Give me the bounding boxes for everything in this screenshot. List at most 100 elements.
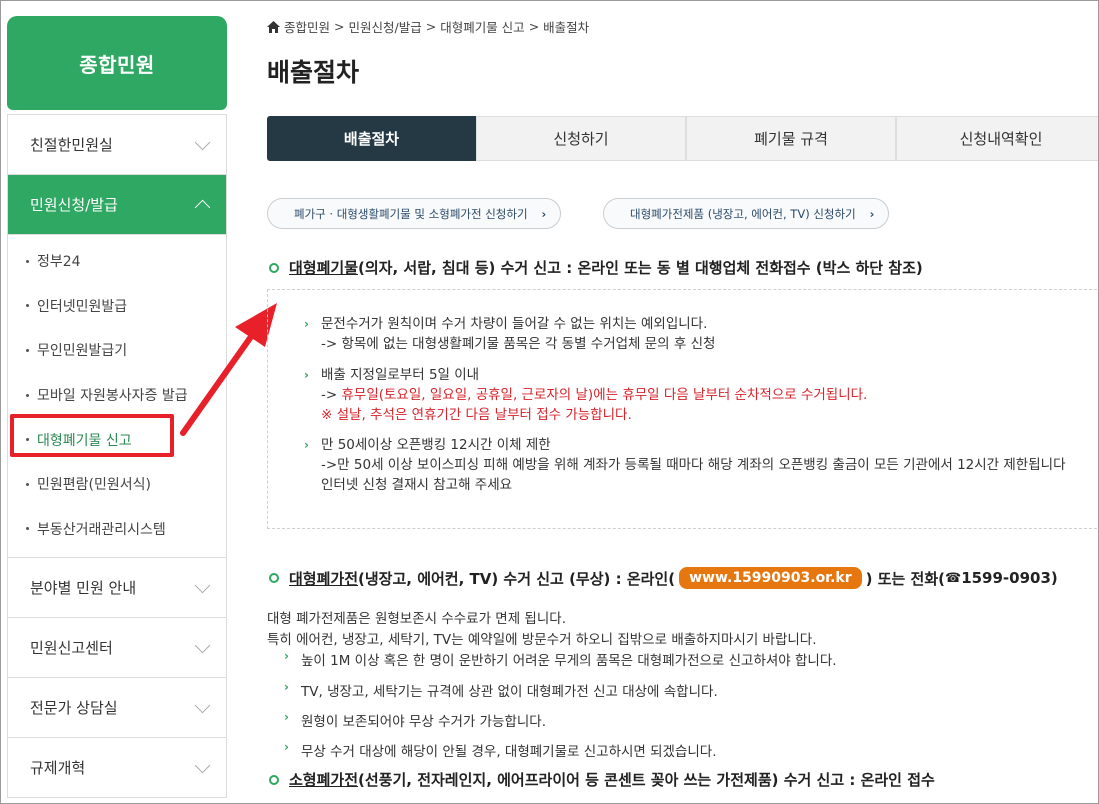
submenu-label: 모바일 자원봉사자증 발급 bbox=[37, 388, 188, 405]
page-title: 배출절차 bbox=[267, 58, 360, 87]
info-paragraph: 대형 폐가전제품은 원형보존시 수수료가 면제 됩니다. bbox=[267, 611, 566, 627]
phone-number: 1599-0903 bbox=[961, 569, 1051, 587]
breadcrumb-item[interactable]: 민원신청/발급 bbox=[349, 17, 422, 36]
list-item-text: TV, 냉장고, 세탁기는 규격에 상관 없이 대형폐가전 신고 대상에 속합니… bbox=[301, 684, 718, 700]
list-item-text: 무상 수거 대상에 해당이 안될 경우, 대형폐기물로 신고하시면 되겠습니다. bbox=[301, 744, 717, 760]
submenu-label: 민원편람(민원서식) bbox=[37, 477, 151, 494]
notice-prefix: -> bbox=[321, 387, 342, 403]
pill-label: 폐가구 · 대형생활폐기물 및 소형폐가전 신청하기 bbox=[294, 206, 528, 221]
list-item-text: 원형이 보존되어야 무상 수거가 가능합니다. bbox=[301, 714, 547, 730]
notice-line: 문전수거가 원칙이며 수거 차량이 들어갈 수 없는 위치는 예외입니다. bbox=[321, 316, 708, 332]
heading-text: (의자, 서랍, 침대 등) 수거 신고 : 온라인 또는 동 별 대행업체 전… bbox=[358, 259, 923, 277]
chevron-right-icon: › bbox=[304, 368, 309, 382]
notice-item: › 만 50세이상 오픈뱅킹 12시간 이체 제한 ->만 50세 이상 보이스… bbox=[304, 435, 1066, 495]
heading-text: ) 또는 전화( bbox=[865, 569, 945, 588]
list-item: › 원형이 보존되어야 무상 수거가 가능합니다. bbox=[284, 710, 547, 730]
tab-bar: 배출절차 신청하기 폐기물 규격 신청내역확인 bbox=[267, 116, 1098, 161]
info-paragraph: 특히 에어컨, 냉장고, 세탁기, TV는 예약일에 방문수거 하오니 집밖으로… bbox=[267, 632, 817, 648]
notice-line: 만 50세이상 오픈뱅킹 12시간 이체 제한 bbox=[321, 437, 551, 453]
submenu-label: 정부24 bbox=[37, 254, 81, 271]
bullet-dot bbox=[26, 527, 29, 531]
sidebar-item-label: 규제개혁 bbox=[30, 759, 86, 778]
submenu-label: 부동산거래관리시스템 bbox=[37, 521, 166, 538]
ring-bullet-icon bbox=[269, 573, 279, 583]
chevron-down-icon bbox=[194, 697, 211, 713]
bullet-dot bbox=[26, 393, 29, 397]
list-item: › 높이 1M 이상 혹은 한 명이 운반하기 어려운 무게의 품목은 대형폐가전… bbox=[284, 649, 837, 669]
notice-item: › 문전수거가 원칙이며 수거 차량이 들어갈 수 없는 위치는 예외입니다. … bbox=[304, 314, 716, 354]
heading-text: (선풍기, 전자레인지, 에어프라이어 등 콘센트 꽂아 쓰는 가전제품) 수거… bbox=[358, 771, 935, 789]
bullet-dot bbox=[26, 482, 29, 486]
chevron-right-icon: › bbox=[284, 740, 289, 754]
bullet-dot bbox=[26, 348, 29, 352]
heading-keyword: 대형폐기물 bbox=[289, 259, 359, 277]
sidebar-item-field-guide[interactable]: 분야별 민원 안내 bbox=[8, 558, 226, 619]
chevron-right-icon: › bbox=[541, 206, 547, 221]
notice-line: -> 휴무일(토요일, 일요일, 공휴일, 근로자의 날)에는 휴무일 다음 날… bbox=[321, 385, 867, 405]
notice-warning: ※ 설날, 추석은 연휴기간 다음 날부터 접수 가능합니다. bbox=[321, 407, 632, 423]
breadcrumb-item[interactable]: 배출절차 bbox=[543, 17, 589, 36]
breadcrumb: 종합민원 > 민원신청/발급 > 대형폐기물 신고 > 배출절차 bbox=[267, 17, 589, 36]
breadcrumb-item[interactable]: 대형폐기물 신고 bbox=[440, 17, 524, 36]
furniture-apply-button[interactable]: 폐가구 · 대형생활폐기물 및 소형폐가전 신청하기 › bbox=[267, 198, 562, 229]
sidebar-item-label: 분야별 민원 안내 bbox=[30, 579, 137, 598]
notice-item: › 배출 지정일로부터 5일 이내 -> 휴무일(토요일, 일요일, 공휴일, … bbox=[304, 365, 867, 425]
chevron-right-icon: › bbox=[304, 317, 309, 331]
chevron-down-icon bbox=[194, 637, 211, 653]
chevron-right-icon: › bbox=[304, 438, 309, 452]
breadcrumb-sep: > bbox=[334, 19, 345, 34]
sidebar-item-regulation-reform[interactable]: 규제개혁 bbox=[8, 738, 226, 799]
breadcrumb-item[interactable]: 종합민원 bbox=[284, 17, 330, 36]
chevron-down-icon bbox=[194, 577, 211, 593]
list-item: › TV, 냉장고, 세탁기는 규격에 상관 없이 대형폐가전 신고 대상에 속합… bbox=[284, 680, 718, 700]
sidebar-item-label: 전문가 상담실 bbox=[30, 699, 118, 718]
sidebar-item-expert-consult[interactable]: 전문가 상담실 bbox=[8, 678, 226, 739]
tab-disposal-procedure[interactable]: 배출절차 bbox=[267, 116, 476, 161]
chevron-right-icon: › bbox=[284, 680, 289, 694]
notice-line: 인터넷 신청 결재시 참고해 주세요 bbox=[321, 477, 513, 493]
submenu-label: 무인민원발급기 bbox=[37, 343, 128, 360]
list-item: › 무상 수거 대상에 해당이 안될 경우, 대형폐기물로 신고하시면 되겠습니다… bbox=[284, 740, 717, 760]
sidebar-item-application[interactable]: 민원신청/발급 bbox=[8, 175, 226, 235]
notice-line: 배출 지정일로부터 5일 이내 bbox=[321, 367, 480, 383]
website-link-button[interactable]: www.15990903.or.kr bbox=[679, 567, 862, 589]
appliance-apply-button[interactable]: 대형폐가전제품 (냉장고, 에어컨, TV) 신청하기 › bbox=[603, 198, 890, 229]
tab-application-history[interactable]: 신청내역확인 bbox=[896, 116, 1098, 161]
submenu-item-forms[interactable]: 민원편람(민원서식) bbox=[8, 462, 226, 507]
heading-keyword: 대형폐가전 bbox=[289, 569, 359, 588]
breadcrumb-sep: > bbox=[528, 19, 540, 34]
submenu-item-gov24[interactable]: 정부24 bbox=[8, 239, 226, 284]
sidebar-item-label: 민원신청/발급 bbox=[30, 196, 118, 214]
sidebar-item-report-center[interactable]: 민원신고센터 bbox=[8, 618, 226, 679]
chevron-down-icon bbox=[194, 757, 211, 773]
section-bulky-waste-heading: 대형폐기물 (의자, 서랍, 침대 등) 수거 신고 : 온라인 또는 동 별 … bbox=[267, 257, 923, 278]
list-item-text: 높이 1M 이상 혹은 한 명이 운반하기 어려운 무게의 품목은 대형폐가전으… bbox=[301, 653, 837, 669]
chevron-up-icon bbox=[194, 199, 211, 215]
heading-text: (냉장고, 에어컨, TV) 수거 신고 (무상) : 온라인( bbox=[358, 569, 676, 588]
sidebar-title: 종합민원 bbox=[79, 52, 155, 77]
page-frame: 종합민원 친절한민원실 민원신청/발급 정부24 인터넷민원발급 무인민원발급기… bbox=[0, 0, 1099, 804]
annotation-highlight-box bbox=[10, 414, 174, 457]
sidebar-header: 종합민원 bbox=[7, 16, 227, 110]
submenu-label: 인터넷민원발급 bbox=[37, 298, 128, 315]
ring-bullet-icon bbox=[269, 774, 279, 785]
breadcrumb-sep: > bbox=[425, 19, 437, 34]
notice-line: ->만 50세 이상 보이스피싱 피해 예방을 위해 계좌가 등록될 때마다 해… bbox=[321, 457, 1066, 473]
chevron-right-icon: › bbox=[284, 649, 289, 663]
tab-apply[interactable]: 신청하기 bbox=[476, 116, 686, 161]
section-small-appliance-heading: 소형폐가전 (선풍기, 전자레인지, 에어프라이어 등 콘센트 꽂아 쓰는 가전… bbox=[267, 769, 935, 790]
chevron-down-icon bbox=[194, 134, 211, 150]
sidebar-item-friendly-office[interactable]: 친절한민원실 bbox=[8, 115, 226, 175]
ring-bullet-icon bbox=[269, 262, 279, 273]
chevron-right-icon: › bbox=[284, 710, 289, 724]
chevron-right-icon: › bbox=[869, 206, 875, 221]
notice-warning: 휴무일(토요일, 일요일, 공휴일, 근로자의 날)에는 휴무일 다음 날부터 … bbox=[341, 387, 868, 403]
tab-waste-spec[interactable]: 폐기물 규격 bbox=[686, 116, 896, 161]
notice-line: -> 항목에 없는 대형생활폐기물 품목은 각 동별 수거업체 문의 후 신청 bbox=[321, 336, 716, 352]
home-icon[interactable] bbox=[267, 20, 280, 33]
bullet-dot bbox=[26, 259, 29, 263]
sidebar-item-label: 민원신고센터 bbox=[30, 639, 113, 658]
bullet-dot bbox=[26, 304, 29, 308]
submenu-item-real-estate[interactable]: 부동산거래관리시스템 bbox=[8, 507, 226, 552]
section-large-appliance-heading: 대형폐가전 (냉장고, 에어컨, TV) 수거 신고 (무상) : 온라인( w… bbox=[267, 567, 1058, 589]
